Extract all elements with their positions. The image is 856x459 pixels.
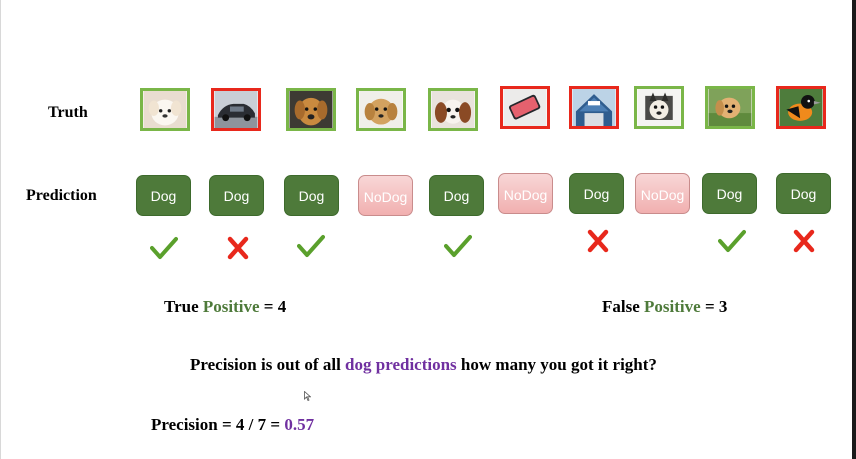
truth-row-label: Truth: [48, 104, 88, 121]
check-icon: [718, 229, 746, 253]
truth-image-bird: [776, 86, 826, 129]
mouse-cursor-icon: [304, 388, 312, 402]
right-edge-border: [852, 0, 856, 459]
truth-image-dog: [356, 88, 406, 131]
check-icon: [297, 234, 325, 258]
prediction-box-10: Dog: [776, 173, 831, 214]
prediction-row-label: Prediction: [26, 187, 97, 204]
precision-formula: Precision = 4 / 7 = 0.57: [151, 415, 315, 434]
truth-image-car: [211, 88, 261, 131]
prediction-box-5: Dog: [429, 175, 484, 216]
cross-icon: [224, 236, 252, 260]
truth-image-phone: [500, 86, 550, 129]
prediction-box-8: No Dog: [635, 173, 690, 214]
false-positive-stat: False Positive = 3: [602, 297, 728, 316]
truth-image-building: [569, 86, 619, 129]
check-icon: [150, 236, 178, 260]
prediction-box-9: Dog: [702, 173, 757, 214]
prediction-box-2: Dog: [209, 175, 264, 216]
check-icon: [444, 234, 472, 258]
left-edge: [0, 0, 1, 459]
prediction-box-1: Dog: [136, 175, 191, 216]
truth-image-spaniel: [428, 88, 478, 131]
truth-image-puppy: [140, 88, 190, 131]
prediction-box-4: No Dog: [358, 175, 413, 216]
truth-image-puppy-in-grass: [705, 86, 755, 129]
cross-icon: [790, 229, 818, 253]
cross-icon: [584, 229, 612, 253]
prediction-box-6: No Dog: [498, 173, 553, 214]
truth-image-husky: [634, 86, 684, 129]
prediction-box-7: Dog: [569, 173, 624, 214]
prediction-box-3: Dog: [284, 175, 339, 216]
true-positive-stat: True Positive = 4: [164, 297, 287, 316]
precision-question: Precision is out of all dog predictions …: [190, 355, 657, 374]
truth-image-golden-retriever: [286, 88, 336, 131]
